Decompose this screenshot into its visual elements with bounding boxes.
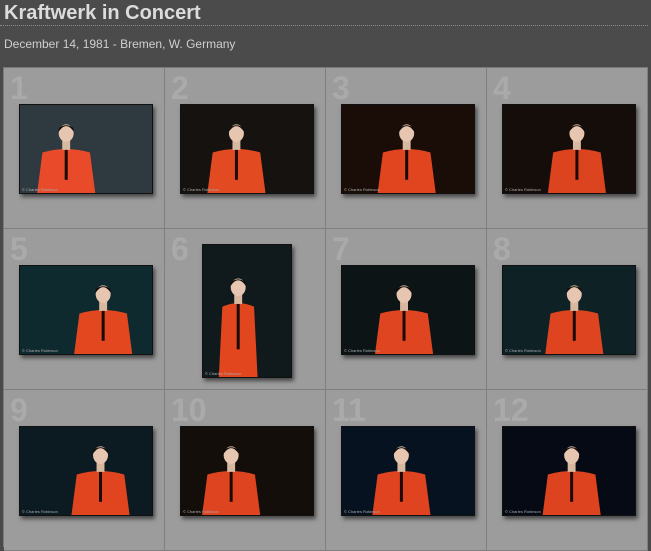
photo-number: 3 bbox=[332, 70, 350, 106]
photo-thumbnail[interactable]: © Charles Robinson bbox=[502, 426, 636, 516]
photo-thumbnail[interactable]: © Charles Robinson bbox=[180, 104, 314, 194]
photo-number: 12 bbox=[493, 392, 529, 428]
photo-thumbnail[interactable]: © Charles Robinson bbox=[502, 265, 636, 355]
photo-number: 11 bbox=[332, 392, 366, 428]
photo-image bbox=[202, 446, 261, 515]
photo-number: 4 bbox=[493, 70, 511, 106]
photo-image bbox=[377, 124, 436, 193]
page-title: Kraftwerk in Concert bbox=[4, 2, 201, 24]
photo-cell[interactable]: 12 © Charles Robinson bbox=[487, 390, 648, 551]
photo-cell[interactable]: 7 © Charles Robinson bbox=[326, 229, 487, 390]
photo-thumbnail[interactable]: © Charles Robinson bbox=[502, 104, 636, 194]
photo-number: 6 bbox=[171, 231, 189, 267]
photo-thumbnail[interactable]: © Charles Robinson bbox=[341, 265, 475, 355]
photo-number: 2 bbox=[171, 70, 189, 106]
photo-image bbox=[372, 446, 431, 515]
photo-number: 9 bbox=[10, 392, 28, 428]
photo-cell[interactable]: 5 © Charles Robinson bbox=[4, 229, 165, 390]
photo-credit: © Charles Robinson bbox=[344, 348, 380, 353]
photo-thumbnail[interactable]: © Charles Robinson bbox=[202, 244, 292, 378]
photo-credit: © Charles Robinson bbox=[344, 187, 380, 192]
photo-image bbox=[207, 124, 266, 193]
photo-cell[interactable]: 1 © Charles Robinson bbox=[4, 68, 165, 229]
photo-number: 5 bbox=[10, 231, 28, 267]
photo-grid: 1 © Charles Robinson 2 © Charles Robinson 3 ©… bbox=[3, 67, 648, 551]
photo-cell[interactable]: 2 © Charles Robinson bbox=[165, 68, 326, 229]
photo-image bbox=[375, 285, 434, 354]
photo-image bbox=[547, 124, 606, 193]
photo-image bbox=[545, 285, 604, 354]
photo-image bbox=[542, 446, 601, 515]
photo-image bbox=[71, 446, 130, 515]
photo-credit: © Charles Robinson bbox=[505, 509, 541, 514]
photo-credit: © Charles Robinson bbox=[22, 509, 58, 514]
photo-credit: © Charles Robinson bbox=[22, 348, 58, 353]
photo-thumbnail[interactable]: © Charles Robinson bbox=[19, 426, 153, 516]
photo-image bbox=[37, 124, 96, 193]
photo-number: 10 bbox=[171, 392, 207, 428]
photo-credit: © Charles Robinson bbox=[205, 371, 241, 376]
photo-thumbnail[interactable]: © Charles Robinson bbox=[341, 426, 475, 516]
photo-cell[interactable]: 3 © Charles Robinson bbox=[326, 68, 487, 229]
photo-cell[interactable]: 10 © Charles Robinson bbox=[165, 390, 326, 551]
photo-thumbnail[interactable]: © Charles Robinson bbox=[180, 426, 314, 516]
photo-credit: © Charles Robinson bbox=[344, 509, 380, 514]
photo-cell[interactable]: 11 © Charles Robinson bbox=[326, 390, 487, 551]
photo-credit: © Charles Robinson bbox=[505, 348, 541, 353]
photo-thumbnail[interactable]: © Charles Robinson bbox=[19, 265, 153, 355]
photo-cell[interactable]: 6 © Charles Robinson bbox=[165, 229, 326, 390]
photo-cell[interactable]: 9 © Charles Robinson bbox=[4, 390, 165, 551]
photo-credit: © Charles Robinson bbox=[505, 187, 541, 192]
photo-thumbnail[interactable]: © Charles Robinson bbox=[19, 104, 153, 194]
photo-number: 7 bbox=[332, 231, 350, 267]
photo-credit: © Charles Robinson bbox=[183, 509, 219, 514]
photo-cell[interactable]: 4 © Charles Robinson bbox=[487, 68, 648, 229]
page-subtitle: December 14, 1981 - Bremen, W. Germany bbox=[4, 37, 236, 51]
photo-credit: © Charles Robinson bbox=[183, 187, 219, 192]
photo-credit: © Charles Robinson bbox=[22, 187, 58, 192]
photo-image bbox=[74, 285, 133, 354]
photo-cell[interactable]: 8 © Charles Robinson bbox=[487, 229, 648, 390]
photo-number: 1 bbox=[10, 70, 28, 106]
header: Kraftwerk in Concert December 14, 1981 -… bbox=[0, 0, 651, 66]
photo-image bbox=[218, 278, 258, 377]
photo-number: 8 bbox=[493, 231, 511, 267]
photo-thumbnail[interactable]: © Charles Robinson bbox=[341, 104, 475, 194]
title-divider bbox=[0, 25, 648, 26]
